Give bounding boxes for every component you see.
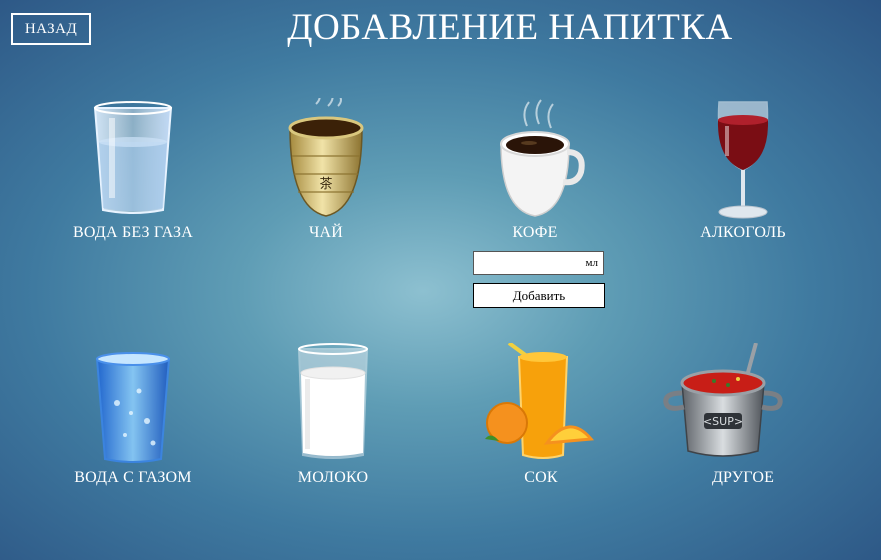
sparkling-water-icon <box>95 352 171 463</box>
drink-coffee[interactable]: КОФЕ <box>460 98 610 242</box>
drink-juice[interactable]: СОК <box>466 343 616 487</box>
drink-label: ВОДА БЕЗ ГАЗА <box>73 224 193 241</box>
drink-label: ВОДА С ГАЗОМ <box>74 469 192 486</box>
juice-glass-icon <box>485 343 595 459</box>
svg-text:茶: 茶 <box>319 176 332 192</box>
drink-still-water[interactable]: ВОДА БЕЗ ГАЗА <box>58 98 208 242</box>
drink-milk[interactable]: МОЛОКО <box>258 343 408 487</box>
amount-input[interactable]: мл <box>473 251 604 275</box>
drink-tea[interactable]: 茶 ЧАЙ <box>251 98 401 242</box>
back-button[interactable]: НАЗАД <box>11 13 91 45</box>
drink-label: КОФЕ <box>512 224 558 241</box>
wine-glass-icon <box>717 101 769 219</box>
drink-label: ДРУГОЕ <box>711 469 775 486</box>
tea-cup-icon: 茶 <box>288 98 364 217</box>
drink-label: МОЛОКО <box>297 469 369 486</box>
drink-label: ЧАЙ <box>308 224 344 241</box>
drink-other[interactable]: <SUP> ДРУГОЕ <box>663 343 818 487</box>
add-button[interactable]: Добавить <box>473 283 605 308</box>
unit-label: мл <box>585 257 598 269</box>
drink-sparkling-water[interactable]: ВОДА С ГАЗОМ <box>58 343 208 487</box>
soup-pot-icon: <SUP> <box>663 343 783 457</box>
drink-label: АЛКОГОЛЬ <box>700 224 786 241</box>
water-glass-icon <box>93 101 173 214</box>
drink-label: СОК <box>524 469 558 486</box>
coffee-cup-icon <box>500 99 585 217</box>
svg-text:<SUP>: <SUP> <box>703 415 743 428</box>
milk-glass-icon <box>297 343 369 459</box>
page-title: ДОБАВЛЕНИЕ НАПИТКА <box>287 7 733 48</box>
drink-alcohol[interactable]: АЛКОГОЛЬ <box>668 98 818 242</box>
